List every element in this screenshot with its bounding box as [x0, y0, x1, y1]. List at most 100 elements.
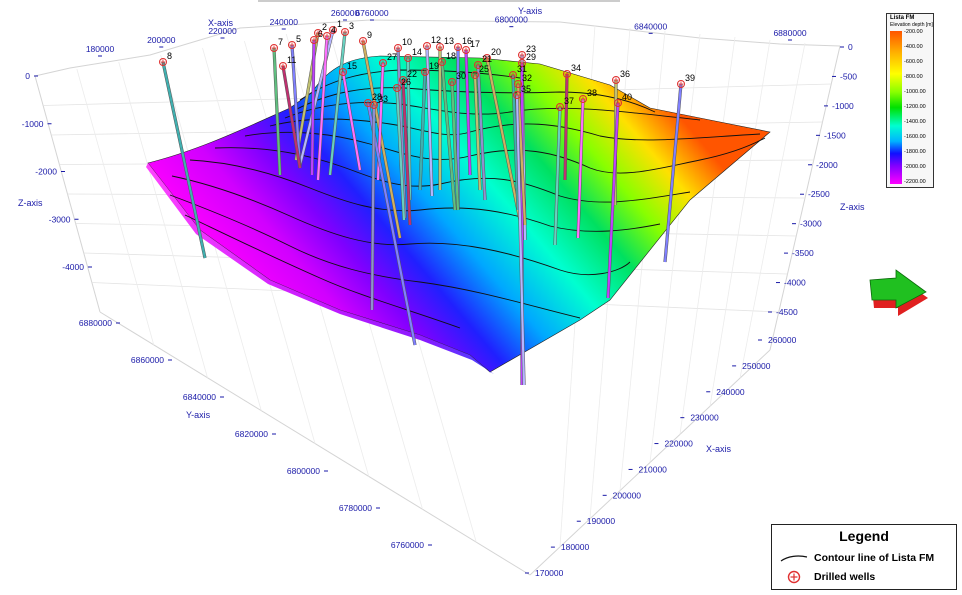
legend-contour-row: Contour line of Lista FM — [780, 552, 934, 564]
well-marker[interactable] — [159, 58, 167, 66]
well-marker[interactable] — [323, 32, 331, 40]
colorbar-label: -2000.00 — [904, 164, 926, 170]
colorbar-subtitle: Elevation depth [m] — [890, 22, 933, 28]
x-tick-label: 170000 — [535, 568, 564, 578]
well-marker[interactable] — [270, 44, 278, 52]
grid-line — [739, 42, 806, 379]
well-label: 30 — [456, 71, 466, 81]
well-marker[interactable] — [556, 103, 564, 111]
well-label: 38 — [587, 88, 597, 98]
well-label: 7 — [278, 37, 283, 47]
well-marker[interactable] — [394, 44, 402, 52]
well-label: 29 — [526, 52, 536, 62]
z-axis-title-left: Z-axis — [18, 198, 43, 208]
well-label: 4 — [331, 25, 336, 35]
colorbar-label: -1800.00 — [904, 149, 926, 155]
z-tick-label: -1000 — [832, 101, 854, 111]
colorbar-label: -400.00 — [904, 44, 923, 50]
z-left-tick-label: -2000 — [35, 167, 57, 177]
x-tick-label: 220000 — [664, 439, 693, 449]
well-marker[interactable] — [393, 84, 401, 92]
well-label: 26 — [401, 77, 411, 87]
x-back-tick-label: 220000 — [208, 26, 237, 36]
x-back-tick-label: 240000 — [270, 17, 299, 27]
drilled-well-icon — [787, 570, 801, 584]
x-tick-label: 200000 — [613, 490, 642, 500]
well-marker[interactable] — [359, 37, 367, 45]
well-marker[interactable] — [563, 70, 571, 78]
well-marker[interactable] — [310, 36, 318, 44]
well-label: 5 — [296, 34, 301, 44]
well-label: 10 — [402, 37, 412, 47]
colorbar-label: -1400.00 — [904, 119, 926, 125]
well-marker[interactable] — [454, 43, 462, 51]
colorbar-gradient — [890, 31, 902, 184]
navigation-arrow-icon[interactable] — [869, 269, 928, 316]
x-tick-label: 230000 — [690, 413, 719, 423]
legend-contour-label: Contour line of Lista FM — [814, 552, 935, 564]
well-label: 36 — [620, 69, 630, 79]
well-marker[interactable] — [513, 91, 521, 99]
well-label: 33 — [378, 94, 388, 104]
well-label: 12 — [431, 35, 441, 45]
z-tick-label: -500 — [840, 71, 857, 81]
well-label: 13 — [444, 36, 454, 46]
well-label: 34 — [571, 63, 581, 73]
colorbar-label: -1000.00 — [904, 89, 926, 95]
well-marker[interactable] — [279, 62, 287, 70]
well-marker[interactable] — [341, 28, 349, 36]
x-tick-label: 260000 — [768, 335, 797, 345]
well-marker[interactable] — [471, 71, 479, 79]
z-tick-label: -1500 — [824, 130, 846, 140]
well-marker[interactable] — [379, 59, 387, 67]
colorbar-label: -800.00 — [904, 74, 923, 80]
y-back-tick-label: 6760000 — [355, 8, 388, 18]
well-marker[interactable] — [579, 95, 587, 103]
well-marker[interactable] — [423, 42, 431, 50]
well-label: 14 — [412, 47, 422, 57]
colorbar-label: -1200.00 — [904, 104, 926, 110]
z-tick-label: -2000 — [816, 160, 838, 170]
well-marker[interactable] — [612, 76, 620, 84]
y-tick-label: 6760000 — [391, 540, 424, 550]
well-label: 15 — [347, 61, 357, 71]
well-marker[interactable] — [370, 101, 378, 109]
x-back-tick-label: 200000 — [147, 35, 176, 45]
colorbar-label: -200.00 — [904, 29, 923, 35]
colorbar-label: -600.00 — [904, 59, 923, 65]
well-label: 27 — [387, 52, 397, 62]
well-marker[interactable] — [404, 54, 412, 62]
y-back-tick-label: 6840000 — [634, 21, 667, 31]
well-label: 18 — [446, 51, 456, 61]
z-tick-label: -4500 — [776, 307, 798, 317]
well-marker[interactable] — [421, 68, 429, 76]
colorbar-title: Lista FM — [890, 15, 915, 21]
well-label: 25 — [479, 64, 489, 74]
well-marker[interactable] — [518, 51, 526, 59]
well-marker[interactable] — [677, 80, 685, 88]
grid-line — [709, 39, 771, 407]
well-label: 20 — [491, 47, 501, 57]
z-axis-title-right: Z-axis — [840, 202, 865, 212]
z-left-tick-label: -3000 — [49, 214, 71, 224]
x-back-tick-label: 180000 — [86, 44, 115, 54]
z-tick-label: -4000 — [784, 278, 806, 288]
well-marker[interactable] — [438, 58, 446, 66]
well-marker[interactable] — [448, 78, 456, 86]
y-tick-label: 6860000 — [131, 355, 164, 365]
x-tick-label: 180000 — [561, 542, 590, 552]
well-marker[interactable] — [462, 46, 470, 54]
well-marker[interactable] — [509, 71, 517, 79]
well-label: 37 — [564, 96, 574, 106]
x-axis-title-front: X-axis — [706, 444, 732, 454]
well-marker[interactable] — [614, 99, 622, 107]
well-label: 32 — [522, 73, 532, 83]
x-tick-label: 240000 — [716, 387, 745, 397]
well-label: 21 — [482, 54, 492, 64]
well-marker[interactable] — [339, 68, 347, 76]
well-marker[interactable] — [288, 41, 296, 49]
y-tick-label: 6800000 — [287, 466, 320, 476]
legend-wells-row: Drilled wells — [780, 570, 875, 584]
well-label: 35 — [521, 84, 531, 94]
y-tick-label: 6880000 — [79, 318, 112, 328]
